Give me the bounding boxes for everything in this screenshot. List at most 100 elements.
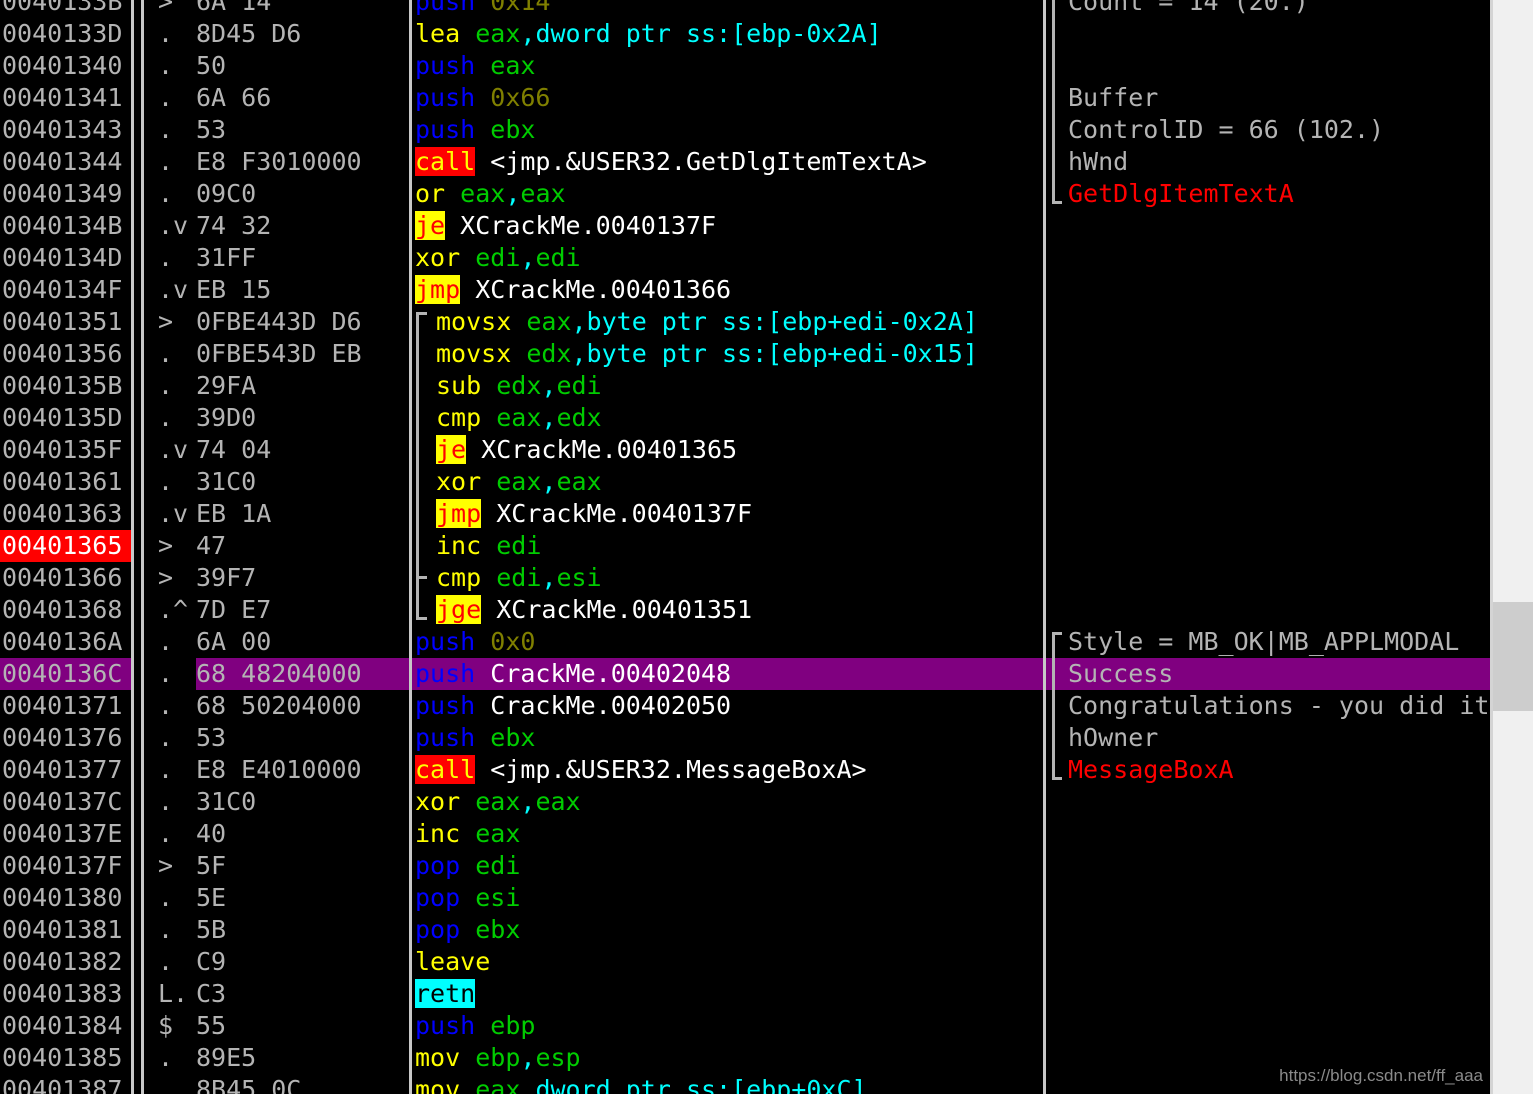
address-cell[interactable]: 00401382 <box>0 946 131 978</box>
address-cell[interactable]: 00401387 <box>0 1074 131 1094</box>
disassembly-row[interactable]: 00401341. 6A 66 push 0x66 Buffer <box>0 82 1533 114</box>
address-cell[interactable]: 00401361 <box>0 466 131 498</box>
disassembly-row[interactable]: 00401376. 53 push ebx hOwner <box>0 722 1533 754</box>
address-cell[interactable]: 00401384 <box>0 1010 131 1042</box>
address-cell[interactable]: 00401349 <box>0 178 131 210</box>
hex-dump-cell[interactable]: 47 <box>196 530 411 562</box>
address-cell[interactable]: 00401371 <box>0 690 131 722</box>
comment-cell[interactable] <box>1046 594 1490 626</box>
disassembly-cell[interactable]: je XCrackMe.0040137F <box>412 210 1043 242</box>
disassembly-row[interactable]: 0040135B. 29FA sub edx,edi <box>0 370 1533 402</box>
address-cell[interactable]: 00401385 <box>0 1042 131 1074</box>
disassembly-row[interactable]: 0040137C. 31C0 xor eax,eax <box>0 786 1533 818</box>
disassembly-cell[interactable]: jmp XCrackMe.0040137F <box>412 498 1043 530</box>
disassembly-cell[interactable]: push ebx <box>412 114 1043 146</box>
hex-dump-cell[interactable]: EB 15 <box>196 274 411 306</box>
disassembly-row[interactable]: 0040137E. 40 inc eax <box>0 818 1533 850</box>
comment-cell[interactable] <box>1046 914 1490 946</box>
address-cell[interactable]: 00401377 <box>0 754 131 786</box>
disassembly-row[interactable]: 00401361. 31C0 xor eax,eax <box>0 466 1533 498</box>
comment-cell[interactable]: Style = MB_OK|MB_APPLMODAL <box>1046 626 1490 658</box>
disassembly-cell[interactable]: or eax,eax <box>412 178 1043 210</box>
comment-cell[interactable]: hOwner <box>1046 722 1490 754</box>
address-cell[interactable]: 00401343 <box>0 114 131 146</box>
hex-dump-cell[interactable]: 5B <box>196 914 411 946</box>
disassembly-cell[interactable]: xor edi,edi <box>412 242 1043 274</box>
disassembly-cell[interactable]: pop ebx <box>412 914 1043 946</box>
address-cell[interactable]: 00401366 <box>0 562 131 594</box>
hex-dump-cell[interactable]: 5F <box>196 850 411 882</box>
disassembly-row[interactable]: 00401343. 53 push ebx ControlID = 66 (102.) <box>0 114 1533 146</box>
disassembly-cell[interactable]: xor eax,eax <box>412 786 1043 818</box>
hex-dump-cell[interactable]: 55 <box>196 1010 411 1042</box>
disassembly-row[interactable]: 0040133D. 8D45 D6 lea eax,dword ptr ss:[eb… <box>0 18 1533 50</box>
disassembly-cell[interactable]: push eax <box>412 50 1043 82</box>
address-cell[interactable]: 0040135F <box>0 434 131 466</box>
disassembly-cell[interactable]: inc eax <box>412 818 1043 850</box>
hex-dump-cell[interactable]: 40 <box>196 818 411 850</box>
disassembly-cell[interactable]: mov eax,dword ptr ss:[ebp+0xC] <box>412 1074 1043 1094</box>
hex-dump-cell[interactable]: 31FF <box>196 242 411 274</box>
address-cell[interactable]: 0040133B <box>0 0 131 18</box>
disassembly-cell[interactable]: cmp eax,edx <box>412 402 1043 434</box>
address-cell[interactable]: 00401363 <box>0 498 131 530</box>
hex-dump-cell[interactable]: 74 04 <box>196 434 411 466</box>
disassembly-cell[interactable]: inc edi <box>412 530 1043 562</box>
disassembly-cell[interactable]: jge XCrackMe.00401351 <box>412 594 1043 626</box>
disassembly-cell[interactable]: lea eax,dword ptr ss:[ebp-0x2A] <box>412 18 1043 50</box>
disassembly-row[interactable]: 00401384 $55 push ebp <box>0 1010 1533 1042</box>
comment-cell[interactable] <box>1046 530 1490 562</box>
comment-cell[interactable] <box>1046 370 1490 402</box>
scrollbar-thumb[interactable] <box>1493 601 1533 712</box>
comment-cell[interactable]: GetDlgItemTextA <box>1046 178 1490 210</box>
hex-dump-cell[interactable]: 50 <box>196 50 411 82</box>
address-cell[interactable]: 0040133D <box>0 18 131 50</box>
hex-dump-cell[interactable]: 31C0 <box>196 466 411 498</box>
disassembly-row[interactable]: 0040135D. 39D0 cmp eax,edx <box>0 402 1533 434</box>
address-cell[interactable]: 0040137C <box>0 786 131 818</box>
disassembly-row[interactable]: 00401344. E8 F3010000 call <jmp.&USER32.Ge… <box>0 146 1533 178</box>
disassembly-cell[interactable]: leave <box>412 946 1043 978</box>
disassembly-row[interactable]: 00401377. E8 E4010000 call <jmp.&USER32.Me… <box>0 754 1533 786</box>
comment-cell[interactable]: Count = 14 (20.) <box>1046 0 1490 18</box>
hex-dump-cell[interactable]: 0FBE543D EB <box>196 338 411 370</box>
hex-dump-cell[interactable]: 68 50204000 <box>196 690 411 722</box>
comment-cell[interactable]: Success <box>1046 658 1490 690</box>
comment-cell[interactable] <box>1046 210 1490 242</box>
disassembly-cell[interactable]: mov ebp,esp <box>412 1042 1043 1074</box>
comment-cell[interactable] <box>1046 18 1490 50</box>
disassembly-cell[interactable]: push CrackMe.00402048 <box>412 658 1043 690</box>
hex-dump-cell[interactable]: 6A 14 <box>196 0 411 18</box>
address-cell[interactable]: 0040134D <box>0 242 131 274</box>
disassembly-cell[interactable]: call <jmp.&USER32.GetDlgItemTextA> <box>412 146 1043 178</box>
comment-cell[interactable] <box>1046 274 1490 306</box>
hex-dump-cell[interactable]: E8 F3010000 <box>196 146 411 178</box>
hex-dump-cell[interactable]: 0FBE443D D6 <box>196 306 411 338</box>
disassembly-row[interactable]: 00401349. 09C0 or eax,eax GetDlgItemTextA <box>0 178 1533 210</box>
disassembly-cell[interactable]: pop edi <box>412 850 1043 882</box>
disassembly-row[interactable]: 00401381. 5B pop ebx <box>0 914 1533 946</box>
disassembly-row[interactable]: 00401368 .^ 7D E7 jge XCrackMe.00401351 <box>0 594 1533 626</box>
address-cell[interactable]: 00401376 <box>0 722 131 754</box>
disassembly-row[interactable]: 00401380. 5E pop esi <box>0 882 1533 914</box>
comment-cell[interactable] <box>1046 946 1490 978</box>
disassembly-row[interactable]: 0040135F .v 74 04 je XCrackMe.00401365 <box>0 434 1533 466</box>
disassembly-row[interactable]: 0040134D. 31FF xor edi,edi <box>0 242 1533 274</box>
disassembly-cell[interactable]: sub edx,edi <box>412 370 1043 402</box>
disassembly-cell[interactable]: xor eax,eax <box>412 466 1043 498</box>
hex-dump-cell[interactable]: 7D E7 <box>196 594 411 626</box>
hex-dump-cell[interactable]: 53 <box>196 114 411 146</box>
disassembly-row[interactable]: 00401356. 0FBE543D EB movsx edx,byte ptr s… <box>0 338 1533 370</box>
hex-dump-cell[interactable]: 6A 00 <box>196 626 411 658</box>
disassembly-cell[interactable]: call <jmp.&USER32.MessageBoxA> <box>412 754 1043 786</box>
disassembly-row[interactable]: 00401371. 68 50204000 push CrackMe.0040205… <box>0 690 1533 722</box>
hex-dump-cell[interactable]: EB 1A <box>196 498 411 530</box>
comment-cell[interactable] <box>1046 818 1490 850</box>
address-cell[interactable]: 00401344 <box>0 146 131 178</box>
disassembly-row[interactable]: 0040134B .v 74 32 je XCrackMe.0040137F <box>0 210 1533 242</box>
comment-cell[interactable] <box>1046 1010 1490 1042</box>
disassembly-cell[interactable]: retn <box>412 978 1043 1010</box>
comment-cell[interactable]: MessageBoxA <box>1046 754 1490 786</box>
hex-dump-cell[interactable]: 09C0 <box>196 178 411 210</box>
disassembly-row[interactable]: 00401340. 50 push eax <box>0 50 1533 82</box>
